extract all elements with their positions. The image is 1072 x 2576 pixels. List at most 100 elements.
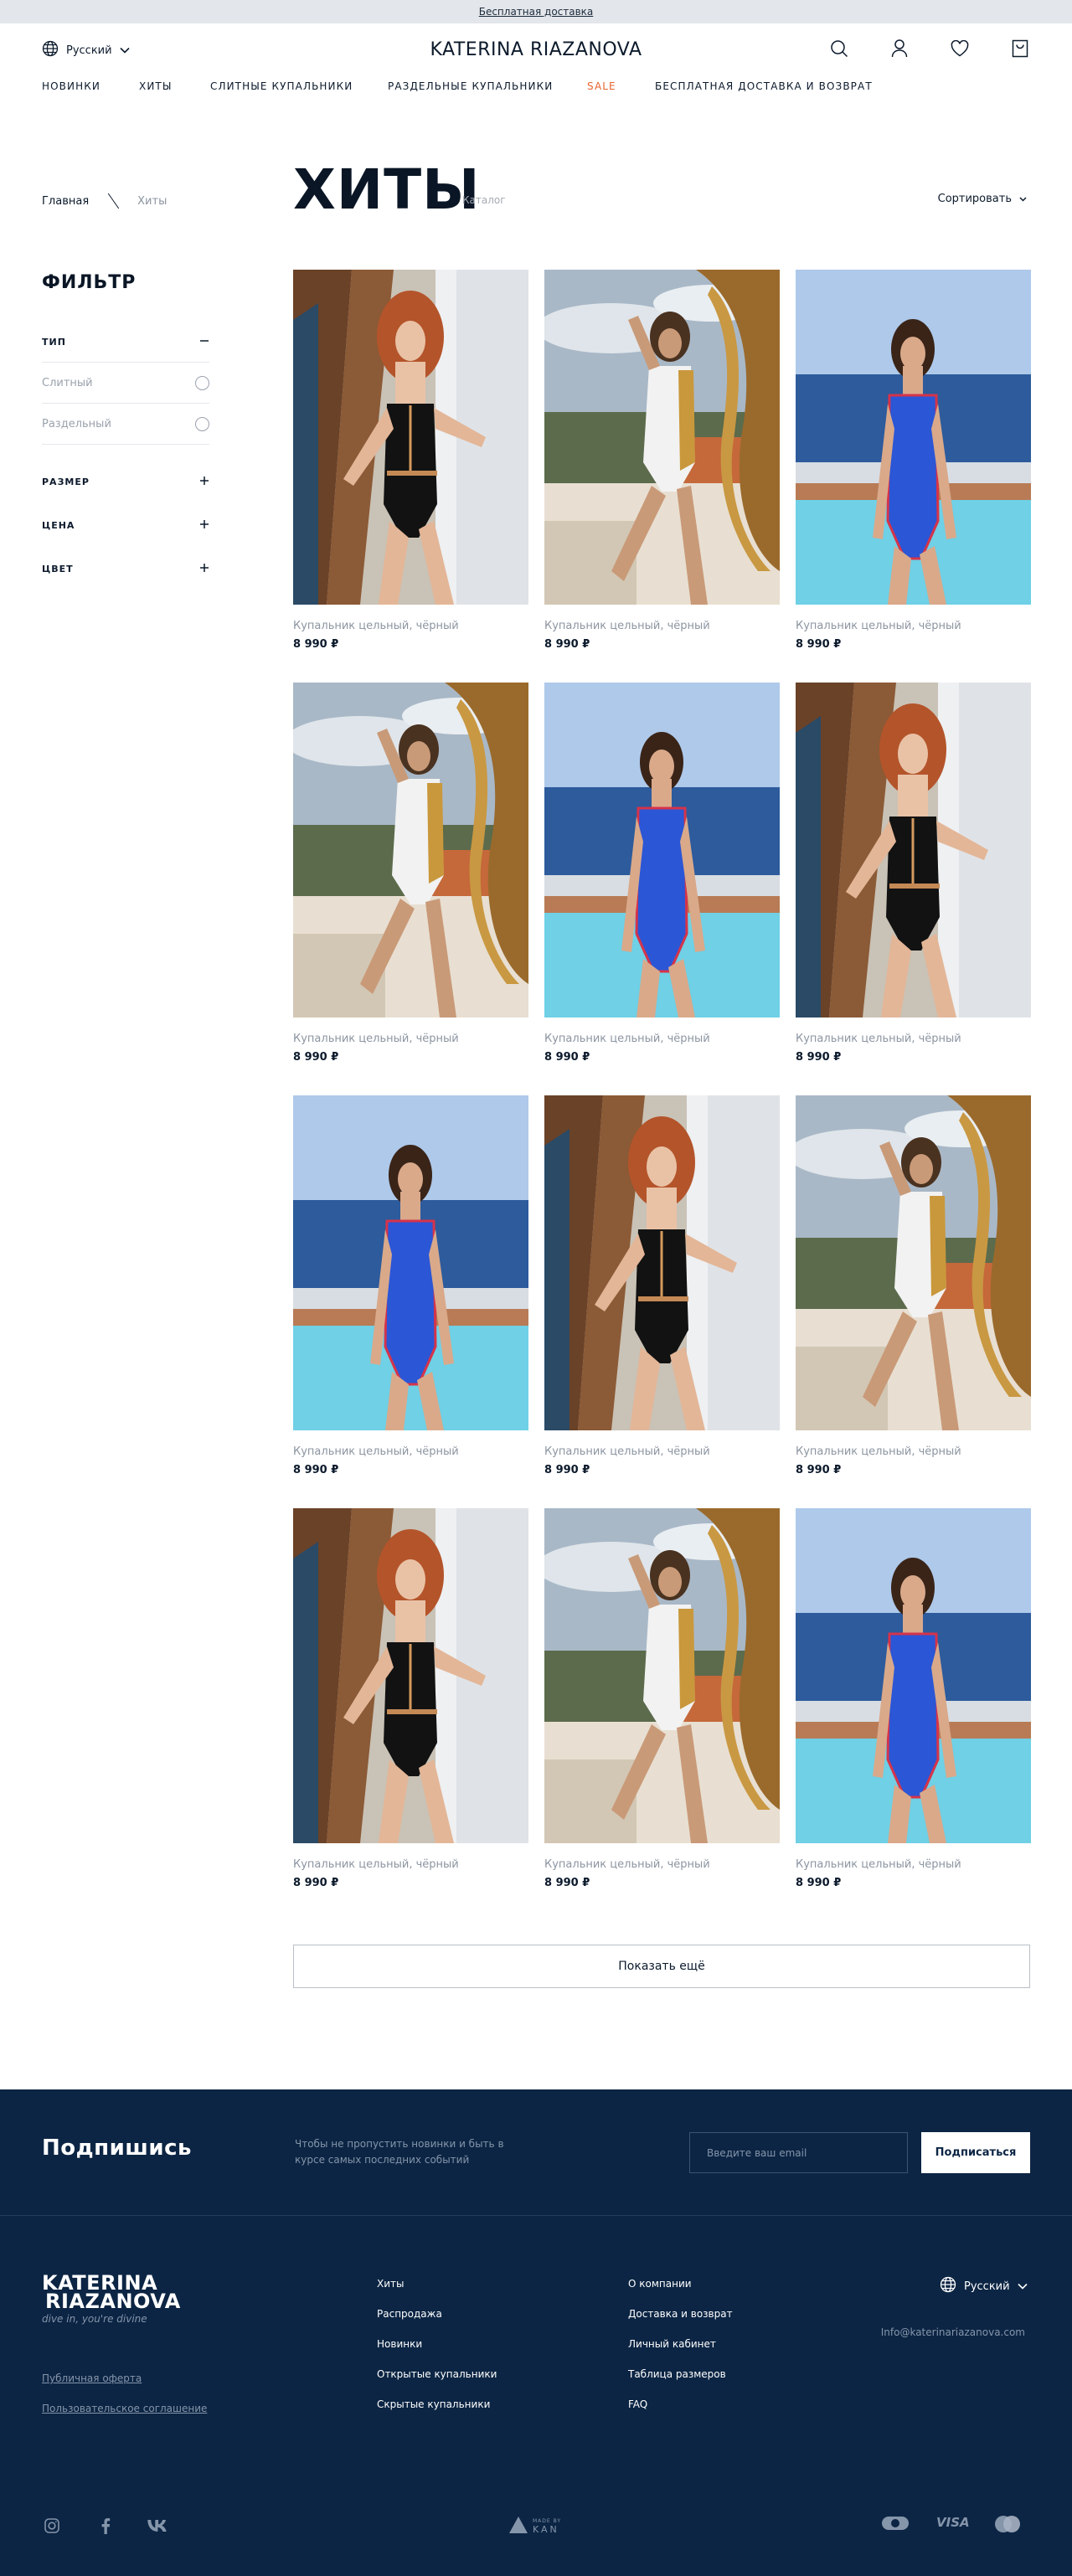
product-name[interactable]: Купальник цельный, чёрный xyxy=(796,1445,1031,1458)
product-name[interactable]: Купальник цельный, чёрный xyxy=(544,1445,780,1458)
user-agreement-link[interactable]: Пользовательское соглашение xyxy=(42,2403,207,2414)
filter-option-label: Слитный xyxy=(42,376,93,389)
show-more-button[interactable]: Показать ещё xyxy=(293,1945,1030,1988)
product-price: 8 990 ₽ xyxy=(796,1877,842,1889)
product-name[interactable]: Купальник цельный, чёрный xyxy=(544,620,780,632)
product-image[interactable] xyxy=(293,683,528,1018)
product-name[interactable]: Купальник цельный, чёрный xyxy=(796,1858,1031,1871)
radio-icon[interactable] xyxy=(195,416,209,431)
nav-item-two-piece[interactable]: РАЗДЕЛЬНЫЕ КУПАЛЬНИКИ xyxy=(388,80,553,92)
footer-email-link[interactable]: Info@katerinariazanova.com xyxy=(881,2326,1025,2338)
product-card[interactable]: Купальник цельный, чёрный 8 990 ₽ xyxy=(544,1508,780,1889)
product-price: 8 990 ₽ xyxy=(293,638,339,651)
product-image[interactable] xyxy=(293,270,528,605)
chevron-down-icon xyxy=(1019,193,1027,205)
nav-item-new[interactable]: НОВИНКИ xyxy=(42,80,100,92)
product-image[interactable] xyxy=(293,1095,528,1430)
filter-option-two-piece[interactable]: Раздельный xyxy=(42,404,209,445)
promo-link[interactable]: Бесплатная доставка xyxy=(479,6,594,18)
filter-price-toggle[interactable]: ЦЕНА xyxy=(42,519,209,532)
footer-link-new[interactable]: Новинки xyxy=(377,2338,422,2350)
public-offer-link[interactable]: Публичная оферта xyxy=(42,2372,142,2384)
product-name[interactable]: Купальник цельный, чёрный xyxy=(544,1858,780,1871)
product-image[interactable] xyxy=(544,1095,780,1430)
product-card[interactable]: Купальник цельный, чёрный 8 990 ₽ xyxy=(796,1095,1031,1476)
page-subtitle: Каталог xyxy=(462,194,506,206)
product-card[interactable]: Купальник цельный, чёрный 8 990 ₽ xyxy=(544,683,780,1064)
product-card[interactable]: Купальник цельный, чёрный 8 990 ₽ xyxy=(293,1508,528,1889)
filter-size-toggle[interactable]: РАЗМЕР xyxy=(42,476,209,488)
heart-icon[interactable] xyxy=(950,39,970,59)
product-image[interactable] xyxy=(796,270,1031,605)
product-image[interactable] xyxy=(293,1508,528,1843)
product-price: 8 990 ₽ xyxy=(796,1051,842,1064)
breadcrumb-current: Хиты xyxy=(137,194,168,208)
product-image[interactable] xyxy=(544,683,780,1018)
product-card[interactable]: Купальник цельный, чёрный 8 990 ₽ xyxy=(796,683,1031,1064)
filter-color-label: ЦВЕТ xyxy=(42,564,74,574)
instagram-icon[interactable] xyxy=(42,2516,62,2536)
footer-language-selector[interactable]: Русский xyxy=(940,2276,1028,2296)
chevron-down-icon xyxy=(1018,2280,1028,2293)
product-name[interactable]: Купальник цельный, чёрный xyxy=(796,620,1031,632)
product-image[interactable] xyxy=(544,270,780,605)
footer-link-hidden[interactable]: Скрытые купальники xyxy=(377,2398,490,2410)
footer-link-sizes[interactable]: Таблица размеров xyxy=(628,2368,726,2380)
email-field[interactable] xyxy=(689,2132,908,2173)
footer-link-hits[interactable]: Хиты xyxy=(377,2278,404,2290)
product-name[interactable]: Купальник цельный, чёрный xyxy=(293,1858,528,1871)
bag-icon[interactable] xyxy=(1010,39,1030,59)
product-price: 8 990 ₽ xyxy=(544,1464,590,1476)
product-card[interactable]: Купальник цельный, чёрный 8 990 ₽ xyxy=(796,270,1031,651)
nav-item-sale[interactable]: SALE xyxy=(587,80,616,92)
nav-item-one-piece[interactable]: СЛИТНЫЕ КУПАЛЬНИКИ xyxy=(210,80,353,92)
footer-logo-line2: RIAZANOVA xyxy=(45,2290,181,2313)
footer-link-account[interactable]: Личный кабинет xyxy=(628,2338,716,2350)
product-card[interactable]: Купальник цельный, чёрный 8 990 ₽ xyxy=(293,683,528,1064)
radio-icon[interactable] xyxy=(195,375,209,390)
product-card[interactable]: Купальник цельный, чёрный 8 990 ₽ xyxy=(544,270,780,651)
footer-link-about[interactable]: О компании xyxy=(628,2278,692,2290)
triangle-logo-icon xyxy=(509,2517,528,2537)
sort-label: Сортировать xyxy=(937,193,1012,205)
nav-item-delivery[interactable]: БЕСПЛАТНАЯ ДОСТАВКА И ВОЗВРАТ xyxy=(655,80,873,92)
product-image[interactable] xyxy=(544,1508,780,1843)
product-image[interactable] xyxy=(796,1508,1031,1843)
product-image[interactable] xyxy=(796,1095,1031,1430)
user-icon[interactable] xyxy=(889,39,910,59)
plus-icon xyxy=(199,519,209,532)
footer-tagline: dive in, you're divine xyxy=(42,2313,147,2325)
vk-icon[interactable] xyxy=(147,2516,168,2536)
product-name[interactable]: Купальник цельный, чёрный xyxy=(293,1033,528,1045)
filter-option-one-piece[interactable]: Слитный xyxy=(42,363,209,404)
product-card[interactable]: Купальник цельный, чёрный 8 990 ₽ xyxy=(544,1095,780,1476)
filter-color-toggle[interactable]: ЦВЕТ xyxy=(42,563,209,575)
footer-link-open[interactable]: Открытые купальники xyxy=(377,2368,497,2380)
product-image[interactable] xyxy=(796,683,1031,1018)
filter-type-toggle[interactable]: ТИП xyxy=(42,336,209,348)
facebook-icon[interactable] xyxy=(95,2516,116,2536)
footer-link-faq[interactable]: FAQ xyxy=(628,2398,647,2410)
footer-logo[interactable]: KATERINA RIAZANOVA xyxy=(42,2273,181,2313)
product-card[interactable]: Купальник цельный, чёрный 8 990 ₽ xyxy=(293,270,528,651)
made-by-badge[interactable]: MADE BY KAN xyxy=(509,2517,561,2537)
nav-item-hits[interactable]: ХИТЫ xyxy=(139,80,173,92)
search-icon[interactable] xyxy=(829,39,849,59)
product-name[interactable]: Купальник цельный, чёрный xyxy=(293,1445,528,1458)
product-card[interactable]: Купальник цельный, чёрный 8 990 ₽ xyxy=(293,1095,528,1476)
made-by-name: KAN xyxy=(533,2524,559,2535)
product-name[interactable]: Купальник цельный, чёрный xyxy=(796,1033,1031,1045)
sort-dropdown[interactable]: Сортировать xyxy=(938,193,1027,205)
product-name[interactable]: Купальник цельный, чёрный xyxy=(293,620,528,632)
mir-pay-icon xyxy=(882,2514,909,2536)
product-card[interactable]: Купальник цельный, чёрный 8 990 ₽ xyxy=(796,1508,1031,1889)
product-name[interactable]: Купальник цельный, чёрный xyxy=(544,1033,780,1045)
footer-link-sale[interactable]: Распродажа xyxy=(377,2308,442,2320)
subscribe-button[interactable]: Подписаться xyxy=(921,2132,1030,2173)
mastercard-pay-icon xyxy=(993,2515,1022,2537)
product-price: 8 990 ₽ xyxy=(293,1464,339,1476)
subscribe-note: Чтобы не пропустить новинки и быть в кур… xyxy=(295,2138,504,2166)
footer-link-delivery[interactable]: Доставка и возврат xyxy=(628,2308,733,2320)
breadcrumb-home[interactable]: Главная xyxy=(42,195,89,208)
promo-bar: Бесплатная доставка xyxy=(0,0,1072,23)
